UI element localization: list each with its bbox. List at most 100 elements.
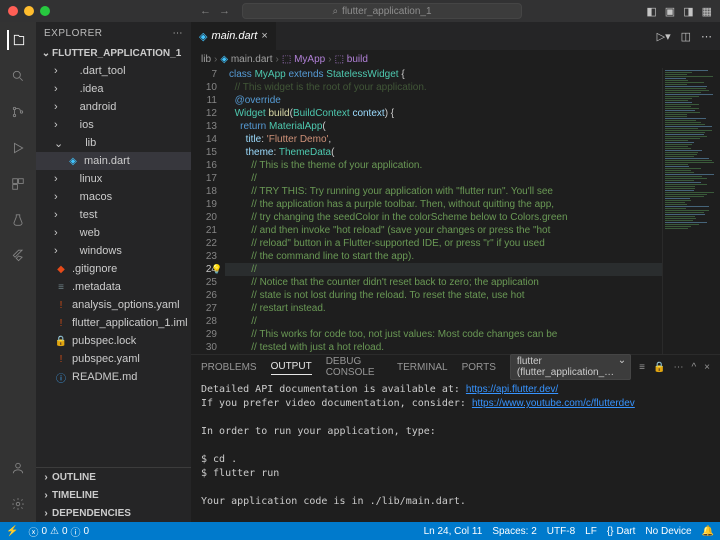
debug-start-icon[interactable]: ▷▾ bbox=[657, 30, 671, 43]
yaml-icon: ! bbox=[54, 318, 68, 329]
window-controls[interactable] bbox=[8, 6, 50, 16]
close-panel-icon[interactable]: × bbox=[704, 362, 710, 373]
tree-item--gitignore[interactable]: ◆.gitignore bbox=[36, 260, 191, 278]
search-icon[interactable] bbox=[8, 66, 28, 86]
search-icon: ⌕ bbox=[332, 6, 338, 17]
dart-file-icon: ◈ bbox=[199, 30, 207, 43]
line-numbers: 7101112131415161718192021222324252627282… bbox=[191, 68, 225, 354]
breadcrumb-build[interactable]: ⬚ build bbox=[335, 54, 368, 65]
editor-more-icon[interactable]: ⋯ bbox=[701, 30, 712, 43]
tree-item-README-md[interactable]: ⓘREADME.md bbox=[36, 368, 191, 386]
panel-tab-problems[interactable]: PROBLEMS bbox=[201, 360, 257, 375]
source-control-icon[interactable] bbox=[8, 102, 28, 122]
tree-item-pubspec-lock[interactable]: 🔒pubspec.lock bbox=[36, 332, 191, 350]
nav-back-icon[interactable]: ← bbox=[200, 5, 211, 17]
tab-bar: ◈ main.dart × ▷▾ ◫ ⋯ bbox=[191, 22, 720, 50]
panel-tab-output[interactable]: OUTPUT bbox=[271, 359, 312, 375]
minimize-window-icon[interactable] bbox=[24, 6, 34, 16]
chevron-icon: › bbox=[54, 227, 58, 239]
maximize-panel-icon[interactable]: ^ bbox=[691, 362, 696, 373]
code-editor[interactable]: 7101112131415161718192021222324252627282… bbox=[191, 68, 662, 354]
tree-item-ios[interactable]: ›ios bbox=[36, 116, 191, 134]
project-name: FLUTTER_APPLICATION_1 bbox=[52, 48, 181, 59]
tree-item-web[interactable]: ›web bbox=[36, 224, 191, 242]
eol-status[interactable]: LF bbox=[585, 526, 597, 537]
tree-item-test[interactable]: ›test bbox=[36, 206, 191, 224]
section-timeline[interactable]: ›TIMELINE bbox=[36, 486, 191, 504]
output-content[interactable]: Detailed API documentation is available … bbox=[191, 379, 720, 522]
customize-layout-icon[interactable]: ▦ bbox=[702, 5, 712, 18]
chevron-icon: › bbox=[54, 83, 58, 95]
yaml-icon: ! bbox=[54, 300, 68, 311]
tree-item-lib[interactable]: ⌄lib bbox=[36, 134, 191, 152]
tree-item-analysis-options-yaml[interactable]: !analysis_options.yaml bbox=[36, 296, 191, 314]
project-section-header[interactable]: ⌄ FLUTTER_APPLICATION_1 bbox=[36, 44, 191, 62]
tree-item-main-dart[interactable]: ◈main.dart bbox=[36, 152, 191, 170]
tree-item--metadata[interactable]: ≡.metadata bbox=[36, 278, 191, 296]
notifications-icon[interactable]: 🔔 bbox=[702, 526, 714, 537]
tree-item-macos[interactable]: ›macos bbox=[36, 188, 191, 206]
section-dependencies[interactable]: ›DEPENDENCIES bbox=[36, 504, 191, 522]
lock-scroll-icon[interactable]: 🔒 bbox=[653, 362, 665, 373]
chevron-right-icon: › bbox=[40, 508, 52, 519]
tree-item-flutter-application-1-iml[interactable]: !flutter_application_1.iml bbox=[36, 314, 191, 332]
section-outline[interactable]: ›OUTLINE bbox=[36, 468, 191, 486]
panel-tab-terminal[interactable]: TERMINAL bbox=[397, 360, 448, 375]
breadcrumb-main.dart[interactable]: ◈ main.dart bbox=[220, 54, 272, 65]
accounts-icon[interactable] bbox=[8, 458, 28, 478]
chevron-icon: › bbox=[54, 245, 58, 257]
tree-item-android[interactable]: ›android bbox=[36, 98, 191, 116]
device-selector[interactable]: No Device bbox=[645, 526, 691, 537]
minimap[interactable] bbox=[662, 68, 720, 354]
settings-gear-icon[interactable] bbox=[8, 494, 28, 514]
breadcrumb-lib[interactable]: lib bbox=[201, 54, 211, 65]
filter-icon[interactable]: ≡ bbox=[639, 362, 645, 373]
tree-item-pubspec-yaml[interactable]: !pubspec.yaml bbox=[36, 350, 191, 368]
problems-status[interactable]: ⓧ 0 ⚠ 0 ⓘ 0 bbox=[28, 524, 89, 539]
explorer-icon[interactable] bbox=[7, 30, 27, 50]
indentation-status[interactable]: Spaces: 2 bbox=[492, 526, 536, 537]
chevron-icon: ⌄ bbox=[54, 137, 63, 150]
output-channel-selector[interactable]: flutter (flutter_application_… bbox=[510, 354, 631, 380]
titlebar: ← → ⌕ flutter_application_1 ◧ ▣ ◨ ▦ bbox=[0, 0, 720, 22]
panel-tab-debug-console[interactable]: DEBUG CONSOLE bbox=[326, 354, 383, 380]
tree-item-linux[interactable]: ›linux bbox=[36, 170, 191, 188]
close-window-icon[interactable] bbox=[8, 6, 18, 16]
breadcrumb-MyApp[interactable]: ⬚ MyApp bbox=[282, 54, 325, 65]
command-center[interactable]: ⌕ flutter_application_1 bbox=[242, 3, 522, 19]
layout-panel-icon[interactable]: ▣ bbox=[665, 5, 675, 18]
lock-icon: 🔒 bbox=[54, 336, 68, 347]
sidebar-more-icon[interactable]: ⋯ bbox=[173, 28, 184, 39]
remote-indicator[interactable]: ⚡ bbox=[6, 526, 18, 537]
panel-tab-ports[interactable]: PORTS bbox=[462, 360, 496, 375]
lightbulb-icon[interactable]: 💡 bbox=[211, 263, 222, 276]
nav-forward-icon[interactable]: → bbox=[219, 5, 230, 17]
chevron-icon: › bbox=[54, 119, 58, 131]
close-tab-icon[interactable]: × bbox=[261, 30, 267, 42]
maximize-window-icon[interactable] bbox=[40, 6, 50, 16]
dart-icon: ◈ bbox=[66, 156, 80, 167]
tree-item-windows[interactable]: ›windows bbox=[36, 242, 191, 260]
chevron-icon: › bbox=[54, 209, 58, 221]
encoding-status[interactable]: UTF-8 bbox=[547, 526, 575, 537]
more-icon[interactable]: ⋯ bbox=[673, 362, 683, 373]
run-debug-icon[interactable] bbox=[8, 138, 28, 158]
sidebar: EXPLORER ⋯ ⌄ FLUTTER_APPLICATION_1 ›.dar… bbox=[36, 22, 191, 522]
flutter-icon[interactable] bbox=[8, 246, 28, 266]
command-center-label: flutter_application_1 bbox=[342, 6, 432, 17]
cursor-position[interactable]: Ln 24, Col 11 bbox=[424, 526, 483, 537]
extensions-icon[interactable] bbox=[8, 174, 28, 194]
tree-item--dart-tool[interactable]: ›.dart_tool bbox=[36, 62, 191, 80]
activity-bar bbox=[0, 22, 36, 522]
tab-main-dart[interactable]: ◈ main.dart × bbox=[191, 22, 277, 50]
status-bar: ⚡ ⓧ 0 ⚠ 0 ⓘ 0 Ln 24, Col 11 Spaces: 2 UT… bbox=[0, 522, 720, 540]
breadcrumbs[interactable]: lib›◈ main.dart›⬚ MyApp›⬚ build bbox=[191, 50, 720, 68]
file-tree: ›.dart_tool›.idea›android›ios⌄lib◈main.d… bbox=[36, 62, 191, 467]
language-mode[interactable]: {} Dart bbox=[607, 526, 636, 537]
layout-secondary-icon[interactable]: ◨ bbox=[683, 5, 693, 18]
split-editor-icon[interactable]: ◫ bbox=[681, 30, 691, 43]
code-content[interactable]: class MyApp extends StatelessWidget { //… bbox=[225, 68, 662, 354]
tree-item--idea[interactable]: ›.idea bbox=[36, 80, 191, 98]
testing-icon[interactable] bbox=[8, 210, 28, 230]
layout-primary-icon[interactable]: ◧ bbox=[646, 5, 656, 18]
